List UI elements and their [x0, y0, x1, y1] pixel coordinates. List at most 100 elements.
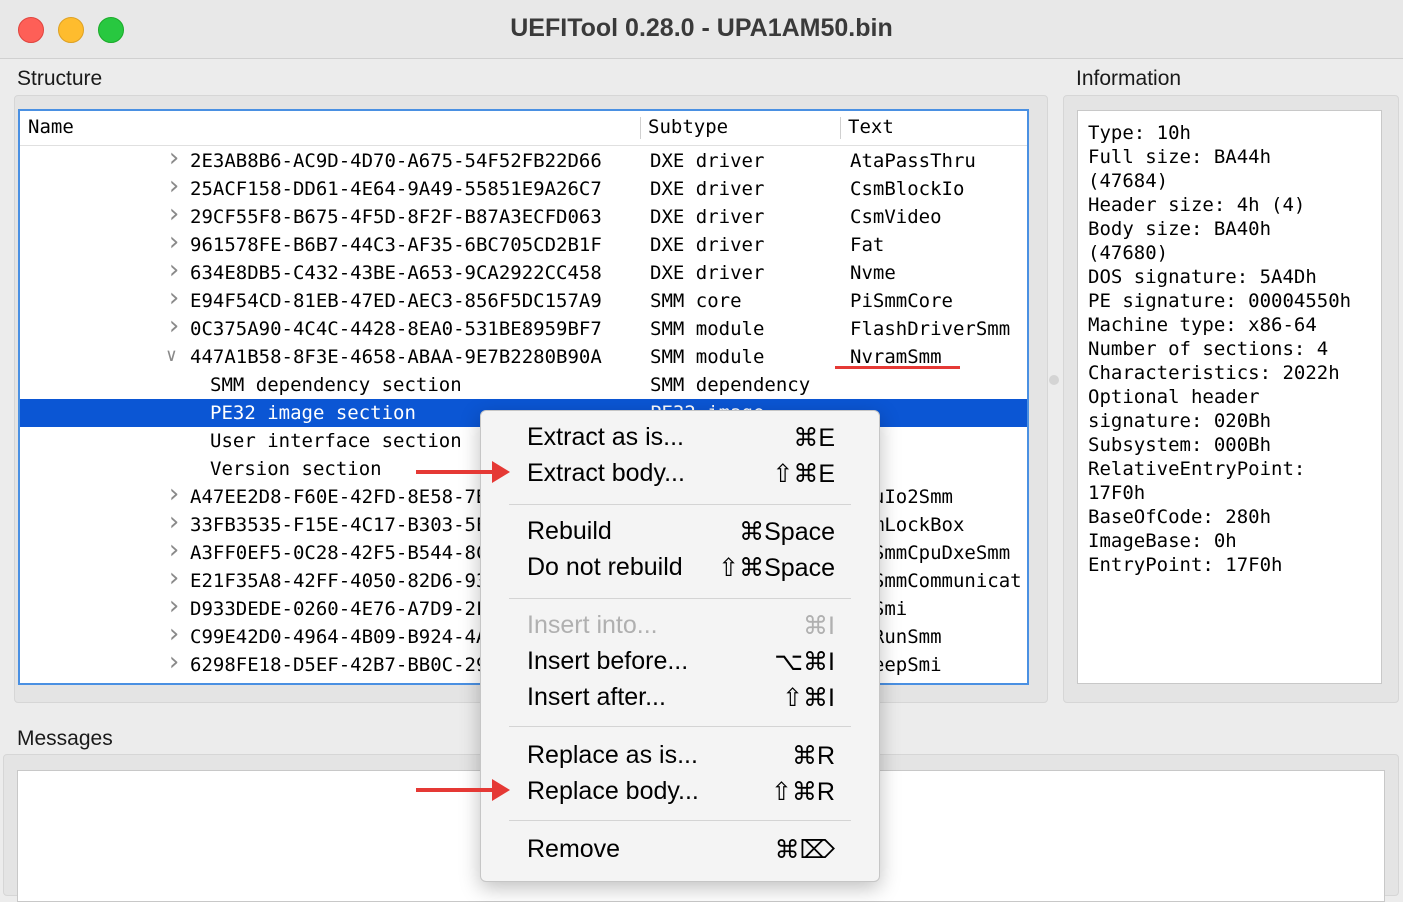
row-name: E94F54CD-81EB-47ED-AEC3-856F5DC157A9 [190, 290, 602, 312]
info-line: DOS signature: 5A4Dh [1088, 266, 1317, 288]
menu-item-shortcut: ⌘Space [739, 518, 835, 546]
menu-separator [509, 820, 851, 821]
chevron-right-icon[interactable]: › [166, 283, 182, 313]
menu-item-label: Insert before... [527, 647, 689, 675]
menu-separator [509, 504, 851, 505]
row-text: Nvme [850, 262, 896, 284]
menu-item-insert-into: Insert into... ⌘I [527, 611, 847, 645]
row-name: PE32 image section [210, 402, 416, 424]
info-line: Number of sections: 4 [1088, 338, 1329, 360]
menu-item-label: Replace as is... [527, 741, 698, 769]
row-name: 634E8DB5-C432-43BE-A653-9CA2922CC458 [190, 262, 602, 284]
tree-row[interactable]: SMM dependency section SMM dependency [20, 371, 1027, 399]
chevron-right-icon[interactable]: › [166, 535, 182, 565]
menu-item-label: Do not rebuild [527, 553, 683, 581]
menu-item-shortcut: ⇧⌘R [770, 778, 835, 806]
menu-item-shortcut: ⌘⌦ [774, 836, 835, 864]
row-text: CsmBlockIo [850, 178, 965, 200]
menu-item-do-not-rebuild[interactable]: Do not rebuild ⇧⌘Space [527, 553, 847, 587]
info-line: EntryPoint: 17F0h [1088, 554, 1283, 576]
column-subtype-header[interactable]: Subtype [648, 116, 728, 138]
info-line: RelativeEntryPoint: [1088, 458, 1306, 480]
chevron-right-icon[interactable]: › [166, 647, 182, 677]
menu-separator [509, 726, 851, 727]
title-bar: UEFITool 0.28.0 - UPA1AM50.bin [0, 0, 1403, 59]
tree-row[interactable]: › 0C375A90-4C4C-4428-8EA0-531BE8959BF7 SMM… [20, 311, 1027, 343]
annotation-arrow-extract-body [416, 461, 510, 483]
info-line: Body size: BA40h [1088, 218, 1272, 240]
window-title: UEFITool 0.28.0 - UPA1AM50.bin [510, 14, 893, 42]
chevron-right-icon[interactable]: › [166, 563, 182, 593]
menu-item-insert-before[interactable]: Insert before... ⌥⌘I [527, 647, 847, 681]
info-line: Characteristics: 2022h [1088, 362, 1340, 384]
row-name: 25ACF158-DD61-4E64-9A49-55851E9A26C7 [190, 178, 602, 200]
row-name: User interface section [210, 430, 462, 452]
row-text: Fat [850, 234, 885, 256]
chevron-right-icon[interactable]: › [166, 143, 182, 173]
row-subtype: SMM dependency [650, 374, 811, 396]
row-text: AtaPassThru [850, 150, 976, 172]
menu-item-extract-body[interactable]: Extract body... ⇧⌘E [527, 459, 847, 493]
info-line: (47684) [1088, 170, 1169, 192]
row-name: 961578FE-B6B7-44C3-AF35-6BC705CD2B1F [190, 234, 602, 256]
row-text: NvramSmm [850, 346, 942, 368]
menu-item-insert-after[interactable]: Insert after... ⇧⌘I [527, 683, 847, 717]
column-name-header[interactable]: Name [28, 116, 74, 138]
context-menu: Extract as is... ⌘E Extract body... ⇧⌘E … [480, 410, 880, 882]
chevron-right-icon[interactable]: › [166, 619, 182, 649]
chevron-right-icon[interactable]: › [166, 311, 182, 341]
menu-item-extract-as-is[interactable]: Extract as is... ⌘E [527, 423, 847, 457]
information-text[interactable]: Type: 10h Full size: BA44h (47684) Header s… [1077, 110, 1382, 684]
row-subtype: DXE driver [650, 206, 765, 228]
annotation-arrow-replace-body [416, 779, 510, 801]
menu-item-shortcut: ⇧⌘Space [718, 554, 835, 582]
row-subtype: DXE driver [650, 234, 765, 256]
menu-item-replace-as-is[interactable]: Replace as is... ⌘R [527, 741, 847, 775]
row-subtype: SMM core [650, 290, 742, 312]
menu-item-replace-body[interactable]: Replace body... ⇧⌘R [527, 777, 847, 811]
menu-item-label: Insert after... [527, 683, 666, 711]
menu-item-label: Rebuild [527, 517, 612, 545]
menu-item-shortcut: ⇧⌘E [772, 460, 835, 488]
row-subtype: SMM module [650, 318, 765, 340]
menu-item-remove[interactable]: Remove ⌘⌦ [527, 835, 847, 869]
structure-label: Structure [17, 67, 103, 90]
menu-item-label: Replace body... [527, 777, 699, 805]
row-name: 29CF55F8-B675-4F5D-8F2F-B87A3ECFD063 [190, 206, 602, 228]
menu-item-shortcut: ⌘I [803, 612, 835, 640]
messages-label: Messages [17, 727, 113, 750]
row-subtype: SMM module [650, 346, 765, 368]
menu-item-rebuild[interactable]: Rebuild ⌘Space [527, 517, 847, 551]
splitter-handle[interactable] [1049, 375, 1059, 385]
chevron-down-icon[interactable]: ∨ [166, 345, 177, 366]
row-subtype: DXE driver [650, 150, 765, 172]
chevron-right-icon[interactable]: › [166, 479, 182, 509]
column-text-header[interactable]: Text [848, 116, 894, 138]
row-text: FlashDriverSmm [850, 318, 1011, 340]
info-line: signature: 020Bh [1088, 410, 1272, 432]
info-line: Full size: BA44h [1088, 146, 1272, 168]
row-name: 2E3AB8B6-AC9D-4D70-A675-54F52FB22D66 [190, 150, 602, 172]
info-line: ImageBase: 0h [1088, 530, 1237, 552]
chevron-right-icon[interactable]: › [166, 255, 182, 285]
info-line: 17F0h [1088, 482, 1146, 504]
row-subtype: DXE driver [650, 262, 765, 284]
chevron-right-icon[interactable]: › [166, 507, 182, 537]
info-line: Machine type: x86-64 [1088, 314, 1317, 336]
menu-item-label: Insert into... [527, 611, 658, 639]
chevron-right-icon[interactable]: › [166, 227, 182, 257]
info-line: PE signature: 00004550h [1088, 290, 1352, 312]
menu-item-shortcut: ⌥⌘I [774, 648, 835, 676]
info-line: Type: 10h [1088, 122, 1191, 144]
menu-item-shortcut: ⇧⌘I [782, 684, 835, 712]
chevron-right-icon[interactable]: › [166, 199, 182, 229]
info-line: Header size: 4h (4) [1088, 194, 1306, 216]
row-text: PiSmmCore [850, 290, 953, 312]
chevron-right-icon[interactable]: › [166, 171, 182, 201]
menu-item-shortcut: ⌘E [793, 424, 835, 452]
nvramsmm-annotation-underline [835, 366, 960, 369]
information-label: Information [1076, 67, 1182, 90]
info-line: BaseOfCode: 280h [1088, 506, 1272, 528]
info-line: (47680) [1088, 242, 1169, 264]
chevron-right-icon[interactable]: › [166, 591, 182, 621]
